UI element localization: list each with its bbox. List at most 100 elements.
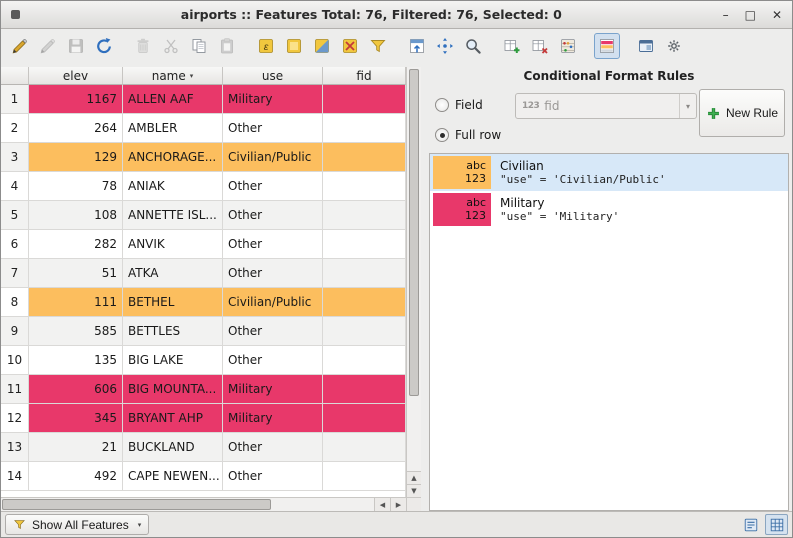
conditional-formatting-button[interactable] (594, 33, 620, 59)
format-rule-item[interactable]: abc 123 Military "use" = 'Military' (430, 191, 788, 228)
row-number[interactable]: 2 (1, 114, 29, 143)
field-calculator-button[interactable] (555, 33, 581, 59)
row-number[interactable]: 6 (1, 230, 29, 259)
multi-edit-button[interactable] (35, 33, 61, 59)
cell-elev[interactable]: 78 (29, 172, 123, 201)
cell-fid[interactable] (323, 346, 406, 375)
feature-filter-button[interactable]: Show All Features ▾ (5, 514, 149, 535)
cell-elev[interactable]: 606 (29, 375, 123, 404)
new-rule-button[interactable]: New Rule (699, 89, 785, 137)
new-field-button[interactable] (499, 33, 525, 59)
column-header-use[interactable]: use (223, 67, 323, 85)
vertical-scrollbar-thumb[interactable] (409, 69, 419, 396)
cell-fid[interactable] (323, 462, 406, 491)
cell-use[interactable]: Other (223, 433, 323, 462)
cell-elev[interactable]: 282 (29, 230, 123, 259)
cell-name[interactable]: ANNETTE ISL... (123, 201, 223, 230)
cell-use[interactable]: Other (223, 172, 323, 201)
field-select-combobox[interactable]: 123 fid ▾ (515, 93, 697, 119)
cell-name[interactable]: ALLEN AAF (123, 85, 223, 114)
panel-splitter[interactable] (421, 67, 429, 511)
row-number[interactable]: 14 (1, 462, 29, 491)
cut-features-button[interactable] (158, 33, 184, 59)
cell-fid[interactable] (323, 317, 406, 346)
scroll-right-button[interactable]: ▶ (390, 498, 406, 511)
pan-to-selection-button[interactable] (432, 33, 458, 59)
row-number[interactable]: 5 (1, 201, 29, 230)
row-number[interactable]: 4 (1, 172, 29, 201)
cell-name[interactable]: BIG MOUNTA... (123, 375, 223, 404)
horizontal-scrollbar[interactable]: ◀ ▶ (1, 497, 421, 511)
row-number[interactable]: 8 (1, 288, 29, 317)
full-row-radio-label[interactable]: Full row (455, 128, 501, 142)
dock-attribute-table-button[interactable] (633, 33, 659, 59)
column-header-fid[interactable]: fid (323, 67, 406, 85)
cell-name[interactable]: ANIAK (123, 172, 223, 201)
cell-use[interactable]: Other (223, 259, 323, 288)
cell-elev[interactable]: 264 (29, 114, 123, 143)
cell-use[interactable]: Other (223, 346, 323, 375)
cell-use[interactable]: Military (223, 85, 323, 114)
copy-features-button[interactable] (186, 33, 212, 59)
column-header-elev[interactable]: elev (29, 67, 123, 85)
invert-selection-button[interactable] (309, 33, 335, 59)
column-header-rownum[interactable] (1, 67, 29, 85)
row-number[interactable]: 12 (1, 404, 29, 433)
cell-use[interactable]: Civilian/Public (223, 143, 323, 172)
cell-elev[interactable]: 585 (29, 317, 123, 346)
cell-name[interactable]: AMBLER (123, 114, 223, 143)
cell-elev[interactable]: 135 (29, 346, 123, 375)
cell-fid[interactable] (323, 259, 406, 288)
format-rule-item[interactable]: abc 123 Civilian "use" = 'Civilian/Publi… (430, 154, 788, 191)
row-number[interactable]: 7 (1, 259, 29, 288)
cell-elev[interactable]: 1167 (29, 85, 123, 114)
cell-name[interactable]: ANVIK (123, 230, 223, 259)
table-view-button[interactable] (765, 514, 788, 535)
cell-name[interactable]: CAPE NEWEN... (123, 462, 223, 491)
cell-name[interactable]: BRYANT AHP (123, 404, 223, 433)
row-number[interactable]: 11 (1, 375, 29, 404)
filter-select-by-form-button[interactable] (365, 33, 391, 59)
field-radio-row[interactable]: Field (435, 98, 483, 112)
cell-elev[interactable]: 129 (29, 143, 123, 172)
save-edits-button[interactable] (63, 33, 89, 59)
cell-fid[interactable] (323, 288, 406, 317)
cell-elev[interactable]: 111 (29, 288, 123, 317)
cell-use[interactable]: Other (223, 317, 323, 346)
cell-name[interactable]: BETHEL (123, 288, 223, 317)
full-row-radio[interactable] (435, 128, 449, 142)
cell-fid[interactable] (323, 404, 406, 433)
cell-elev[interactable]: 345 (29, 404, 123, 433)
column-header-name[interactable]: name ▾ (123, 67, 223, 85)
delete-selected-features-button[interactable] (130, 33, 156, 59)
cell-use[interactable]: Other (223, 201, 323, 230)
cell-use[interactable]: Other (223, 114, 323, 143)
scroll-down-button[interactable]: ▼ (407, 484, 421, 497)
cell-name[interactable]: ATKA (123, 259, 223, 288)
reload-table-button[interactable] (91, 33, 117, 59)
cell-use[interactable]: Military (223, 404, 323, 433)
cell-use[interactable]: Military (223, 375, 323, 404)
cell-name[interactable]: BIG LAKE (123, 346, 223, 375)
cell-fid[interactable] (323, 230, 406, 259)
cell-elev[interactable]: 108 (29, 201, 123, 230)
maximize-button[interactable]: □ (745, 9, 756, 21)
select-all-button[interactable] (281, 33, 307, 59)
row-number[interactable]: 9 (1, 317, 29, 346)
cell-fid[interactable] (323, 433, 406, 462)
cell-fid[interactable] (323, 143, 406, 172)
minimize-button[interactable]: – (723, 9, 729, 21)
scroll-up-button[interactable]: ▲ (407, 471, 421, 484)
move-selection-to-top-button[interactable] (404, 33, 430, 59)
row-number[interactable]: 1 (1, 85, 29, 114)
cell-name[interactable]: ANCHORAGE... (123, 143, 223, 172)
cell-fid[interactable] (323, 85, 406, 114)
row-number[interactable]: 3 (1, 143, 29, 172)
close-button[interactable]: ✕ (772, 9, 782, 21)
cell-name[interactable]: BUCKLAND (123, 433, 223, 462)
cell-elev[interactable]: 51 (29, 259, 123, 288)
deselect-all-button[interactable] (337, 33, 363, 59)
cell-use[interactable]: Other (223, 230, 323, 259)
scroll-left-button[interactable]: ◀ (374, 498, 390, 511)
cell-use[interactable]: Other (223, 462, 323, 491)
